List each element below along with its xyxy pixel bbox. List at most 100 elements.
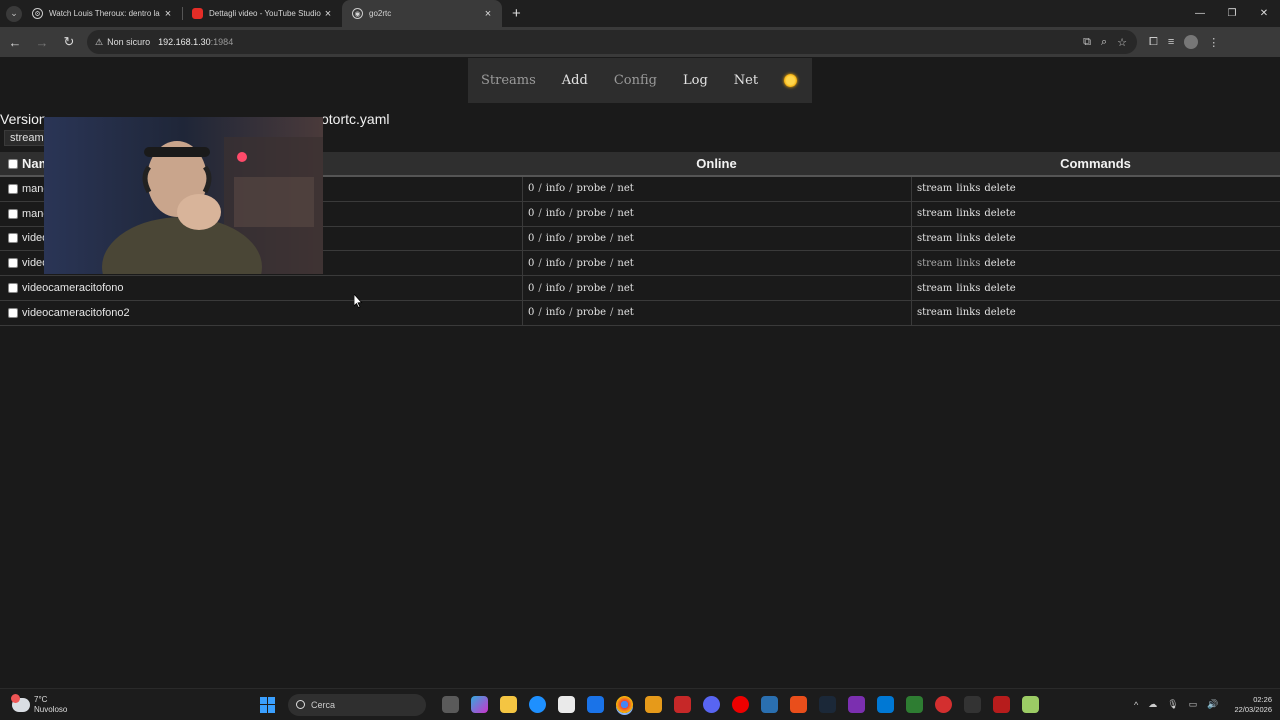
media-control-icon[interactable]: ≡ (1168, 36, 1174, 48)
links-link[interactable]: links (956, 208, 980, 219)
select-all-checkbox[interactable] (8, 158, 18, 169)
filezilla-icon[interactable] (674, 696, 691, 713)
chrome-icon[interactable] (616, 696, 633, 713)
nav-add[interactable]: Add (549, 73, 601, 88)
start-button[interactable] (260, 696, 276, 713)
info-link[interactable]: info (546, 183, 565, 194)
nav-config[interactable]: Config (601, 73, 670, 88)
edge-icon[interactable] (529, 696, 546, 713)
probe-link[interactable]: probe (577, 233, 607, 244)
probe-link[interactable]: probe (577, 307, 607, 318)
delete-link[interactable]: delete (984, 258, 1015, 269)
stream-link[interactable]: stream (917, 233, 952, 244)
stream-link[interactable]: stream (917, 258, 952, 269)
bookmark-star-icon[interactable]: ☆ (1117, 36, 1127, 49)
probe-link[interactable]: probe (577, 183, 607, 194)
minimize-icon[interactable]: — (1184, 0, 1216, 27)
file-explorer-icon[interactable] (500, 696, 517, 713)
forward-icon[interactable]: → (30, 30, 54, 54)
row-checkbox[interactable] (8, 307, 18, 318)
links-link[interactable]: links (956, 233, 980, 244)
zoom-icon[interactable]: ⌕ (1101, 36, 1107, 49)
translate-icon[interactable]: ⧉ (1083, 36, 1091, 49)
new-tab-icon[interactable]: + (512, 5, 521, 22)
address-bar[interactable]: ⚠ Non sicuro 192.168.1.30 :1984 ⧉ ⌕ ☆ (87, 30, 1137, 54)
volume-icon[interactable]: 🔊 (1207, 699, 1218, 710)
links-link[interactable]: links (956, 258, 980, 269)
info-link[interactable]: info (546, 258, 565, 269)
extensions-icon[interactable]: ⧠ (1149, 36, 1158, 49)
discord-icon[interactable] (703, 696, 720, 713)
nav-streams[interactable]: Streams (468, 73, 549, 88)
network-icon[interactable]: ▭ (1189, 699, 1198, 710)
menu-kebab-icon[interactable]: ⋮ (1208, 36, 1219, 49)
app-badge-icon[interactable] (790, 696, 807, 713)
close-window-icon[interactable]: ✕ (1248, 0, 1280, 27)
info-link[interactable]: info (546, 307, 565, 318)
copilot-icon[interactable] (471, 696, 488, 713)
vscode-icon[interactable] (877, 696, 894, 713)
app-l-icon[interactable] (761, 696, 778, 713)
steam-icon[interactable] (819, 696, 836, 713)
browser-tab-active[interactable]: ◉ go2rtc × (342, 0, 502, 27)
stream-link[interactable]: stream (917, 208, 952, 219)
outlook-icon[interactable] (587, 696, 604, 713)
info-link[interactable]: info (546, 208, 565, 219)
reload-icon[interactable]: ↻ (57, 30, 81, 54)
links-link[interactable]: links (956, 183, 980, 194)
app-green-icon[interactable] (906, 696, 923, 713)
back-icon[interactable]: ← (3, 30, 27, 54)
onedrive-icon[interactable]: ☁ (1148, 699, 1157, 710)
probe-link[interactable]: probe (577, 258, 607, 269)
delete-link[interactable]: delete (984, 208, 1015, 219)
nav-log[interactable]: Log (670, 73, 721, 88)
delete-link[interactable]: delete (984, 233, 1015, 244)
terminal-icon[interactable] (964, 696, 981, 713)
close-tab-icon[interactable]: × (322, 8, 334, 20)
row-checkbox[interactable] (8, 208, 18, 219)
opera-icon[interactable] (732, 696, 749, 713)
recorder-icon[interactable] (935, 696, 952, 713)
app-lime-icon[interactable] (1022, 696, 1039, 713)
profile-avatar[interactable] (1184, 35, 1199, 49)
tab-search-menu-icon[interactable]: ⌄ (6, 5, 22, 22)
row-checkbox[interactable] (8, 258, 18, 269)
theme-toggle[interactable] (771, 73, 810, 88)
delete-link[interactable]: delete (984, 307, 1015, 318)
net-link[interactable]: net (617, 307, 633, 318)
tray-chevron-icon[interactable]: ^ (1134, 700, 1138, 710)
info-link[interactable]: info (546, 233, 565, 244)
app-red-icon[interactable] (993, 696, 1010, 713)
net-link[interactable]: net (617, 258, 633, 269)
taskbar-search[interactable]: Cerca (288, 693, 426, 716)
links-link[interactable]: links (956, 307, 980, 318)
stream-link[interactable]: stream (917, 307, 952, 318)
app-icon[interactable] (645, 696, 662, 713)
task-view-icon[interactable] (442, 696, 459, 713)
browser-tab[interactable]: ⚙ Watch Louis Theroux: dentro la × (22, 0, 182, 27)
delete-link[interactable]: delete (984, 183, 1015, 194)
net-link[interactable]: net (617, 208, 633, 219)
store-icon[interactable] (558, 696, 575, 713)
row-checkbox[interactable] (8, 283, 18, 294)
restore-icon[interactable]: ❐ (1216, 0, 1248, 27)
info-link[interactable]: info (546, 283, 565, 294)
microphone-icon[interactable]: 🎙 (1167, 699, 1178, 710)
app-purple-icon[interactable] (848, 696, 865, 713)
close-tab-icon[interactable]: × (482, 8, 494, 20)
net-link[interactable]: net (617, 233, 633, 244)
browser-tab[interactable]: Dettagli video - YouTube Studio × (182, 0, 342, 27)
delete-link[interactable]: delete (984, 283, 1015, 294)
net-link[interactable]: net (617, 283, 633, 294)
row-checkbox[interactable] (8, 183, 18, 194)
close-tab-icon[interactable]: × (162, 8, 174, 20)
stream-link[interactable]: stream (917, 283, 952, 294)
probe-link[interactable]: probe (577, 283, 607, 294)
clock[interactable]: 02:26 22/03/2026 (1234, 695, 1272, 715)
row-checkbox[interactable] (8, 233, 18, 244)
weather-widget[interactable]: 7°C Nuvoloso (11, 693, 232, 715)
links-link[interactable]: links (956, 283, 980, 294)
stream-link[interactable]: stream (917, 183, 952, 194)
security-indicator[interactable]: ⚠ Non sicuro (95, 37, 150, 48)
probe-link[interactable]: probe (577, 208, 607, 219)
